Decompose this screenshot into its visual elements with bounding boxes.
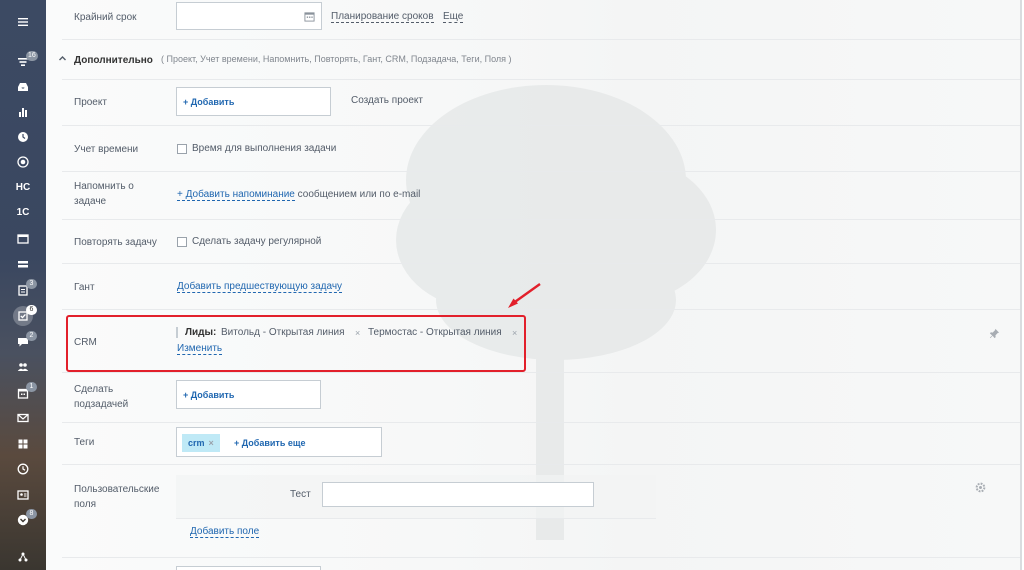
custom-field-label: Тест	[290, 489, 311, 500]
time-tracking-label: Учет времени	[74, 144, 139, 155]
more-link[interactable]: Еще	[443, 11, 464, 23]
left-sidebar: 16 НС 1С 3 6 2 1 8	[0, 0, 46, 570]
add-tag-button[interactable]: + Добавить еще	[234, 438, 305, 448]
custom-fields-label: Пользовательские поля	[74, 484, 160, 510]
crm-change-wrap[interactable]: Изменить	[177, 343, 223, 355]
subtask-add-button[interactable]: + Добавить	[183, 390, 234, 400]
time-icon[interactable]	[0, 458, 46, 480]
notification-badge: 3	[26, 279, 37, 289]
project-add-button[interactable]: + Добавить	[183, 97, 234, 107]
pin-icon[interactable]	[989, 328, 1000, 339]
crm-label: CRM	[74, 337, 97, 348]
calendar-icon[interactable]	[304, 11, 315, 22]
notification-badge: 6	[26, 305, 37, 315]
drive-icon[interactable]	[0, 253, 46, 275]
subtask-row: Сделать подзадачей + Добавить	[62, 373, 1020, 423]
sidebar-item-1c[interactable]: 1С	[0, 201, 46, 223]
repeat-label: Повторять задачу	[74, 237, 157, 248]
additional-section-header[interactable]: Дополнительно ( Проект, Учет времени, На…	[59, 40, 1020, 80]
tasks-icon[interactable]: 6	[0, 305, 46, 327]
chat-icon[interactable]: 2	[0, 331, 46, 353]
grid-icon[interactable]	[0, 433, 46, 455]
remove-lead-icon[interactable]: ×	[512, 328, 517, 338]
repeat-checkbox[interactable]	[177, 237, 187, 247]
notification-badge: 8	[26, 509, 37, 519]
notification-badge: 16	[26, 51, 38, 61]
network-icon[interactable]	[0, 546, 46, 568]
deadline-label: Крайний срок	[74, 12, 137, 23]
additional-items: ( Проект, Учет времени, Напомнить, Повто…	[161, 54, 512, 64]
inbox-icon[interactable]	[0, 76, 46, 98]
remove-tag-icon[interactable]: ×	[209, 438, 214, 448]
menu-icon[interactable]	[0, 11, 46, 33]
tags-label: Теги	[74, 437, 95, 448]
list-icon[interactable]: 3	[0, 279, 46, 301]
time-tracking-checkbox-label[interactable]: Время для выполнения задачи	[192, 143, 336, 154]
reminder-row: Напомнить о задаче + Добавить напоминани…	[62, 172, 1020, 220]
panel-right-border	[1020, 0, 1022, 570]
calendar-icon[interactable]: 1	[0, 382, 46, 404]
annotation-arrow-icon	[508, 283, 541, 308]
add-field-link[interactable]: Добавить поле	[190, 526, 260, 538]
add-predecessor-link[interactable]: Добавить предшествующую задачу	[177, 281, 343, 293]
reminder-suffix: сообщением или по e-mail	[297, 189, 421, 200]
sidebar-item-hc[interactable]: НС	[0, 176, 46, 198]
custom-field-block: Тест	[176, 475, 656, 519]
clock-circle-icon[interactable]	[0, 126, 46, 148]
crm-row: CRM Лиды: Витольд - Открытая линия × Тер…	[62, 310, 1020, 373]
gear-icon[interactable]	[975, 482, 986, 493]
crm-divider	[176, 327, 178, 338]
add-field-wrap[interactable]: Добавить поле	[190, 526, 260, 538]
gantt-link-wrap[interactable]: Добавить предшествующую задачу	[177, 281, 343, 293]
crm-change-link[interactable]: Изменить	[177, 343, 223, 355]
target-icon[interactable]	[0, 151, 46, 173]
custom-field-input[interactable]	[322, 482, 594, 507]
deadline-row: Крайний срок Планирование сроков Еще	[62, 0, 1020, 40]
mail-icon[interactable]	[0, 407, 46, 429]
planning-link[interactable]: Планирование сроков	[331, 11, 434, 23]
tags-field[interactable]: crm × + Добавить еще	[176, 427, 382, 457]
repeat-checkbox-label[interactable]: Сделать задачу регулярной	[192, 236, 321, 247]
additional-title[interactable]: Дополнительно	[74, 53, 153, 68]
project-selector[interactable]: + Добавить	[176, 87, 331, 116]
custom-fields-row: Пользовательские поля Тест Добавить поле	[62, 465, 1020, 558]
create-project-link[interactable]: Создать проект	[351, 95, 423, 106]
notification-badge: 1	[26, 382, 37, 392]
gantt-label: Гант	[74, 282, 95, 293]
crm-lead-item[interactable]: Термостас - Открытая линия	[368, 327, 502, 338]
chevron-up-icon[interactable]	[58, 54, 67, 66]
bottom-partial-input[interactable]	[176, 566, 321, 570]
notification-badge: 2	[26, 331, 37, 341]
subtask-label: Сделать подзадачей	[74, 384, 129, 410]
tag-chip[interactable]: crm ×	[182, 434, 220, 452]
add-reminder-link[interactable]: + Добавить напоминание	[177, 189, 295, 201]
repeat-row: Повторять задачу Сделать задачу регулярн…	[62, 220, 1020, 264]
tag-chip-label: crm	[188, 438, 205, 448]
task-form-panel: Крайний срок Планирование сроков Еще Доп…	[46, 0, 1022, 570]
crm-leads-label: Лиды:	[185, 327, 217, 338]
remove-lead-icon[interactable]: ×	[355, 328, 360, 338]
reminder-label: Напомнить о задаче	[74, 181, 134, 207]
time-tracking-checkbox[interactable]	[177, 144, 187, 154]
reminder-text: + Добавить напоминание сообщением или по…	[177, 189, 421, 201]
chevron-down-circle-icon[interactable]: 8	[0, 509, 46, 531]
subtask-selector[interactable]: + Добавить	[176, 380, 321, 409]
window-icon[interactable]	[0, 228, 46, 250]
project-label: Проект	[74, 97, 107, 108]
bar-chart-icon[interactable]	[0, 101, 46, 123]
time-tracking-row: Учет времени Время для выполнения задачи	[62, 126, 1020, 172]
more-link-text[interactable]: Еще	[443, 11, 464, 23]
deadline-input[interactable]	[176, 2, 322, 30]
filter-icon[interactable]: 16	[0, 51, 46, 73]
group-icon[interactable]	[0, 356, 46, 378]
planning-link-text[interactable]: Планирование сроков	[331, 11, 434, 23]
tags-row: Теги crm × + Добавить еще	[62, 423, 1020, 465]
project-row: Проект + Добавить Создать проект	[62, 80, 1020, 126]
contact-card-icon[interactable]	[0, 484, 46, 506]
crm-lead-item[interactable]: Витольд - Открытая линия	[221, 327, 344, 338]
